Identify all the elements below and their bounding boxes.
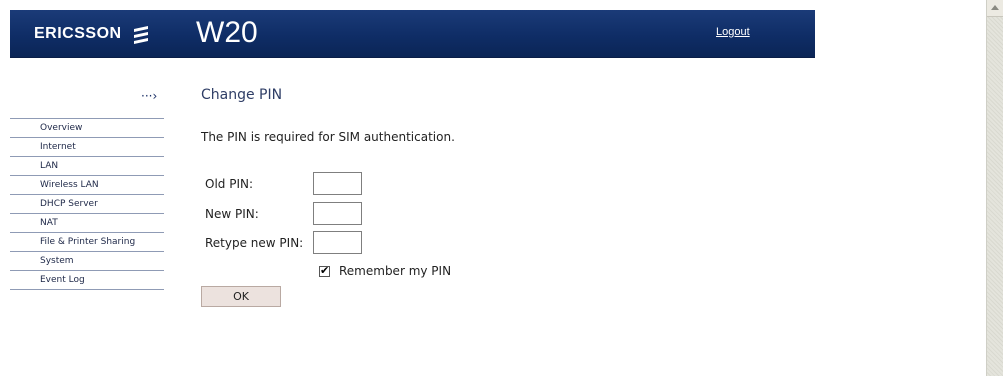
old-pin-input[interactable] xyxy=(313,172,362,195)
pin-description: The PIN is required for SIM authenticati… xyxy=(201,130,455,144)
sidebar-item-file-printer-sharing[interactable]: File & Printer Sharing xyxy=(10,232,164,252)
ericsson-logo-icon xyxy=(133,26,148,44)
sidebar-item-internet[interactable]: Internet xyxy=(10,137,164,157)
sidebar-item-system[interactable]: System xyxy=(10,251,164,271)
remember-pin-label: Remember my PIN xyxy=(339,264,452,278)
brand-name: ERICSSON xyxy=(34,25,122,42)
arrow-right-icon: ···› xyxy=(141,89,158,103)
retype-pin-label: Retype new PIN: xyxy=(205,236,304,250)
page-title: Change PIN xyxy=(201,87,283,103)
old-pin-label: Old PIN: xyxy=(205,177,254,191)
logout-link[interactable]: Logout xyxy=(716,26,750,38)
sidebar-item-lan[interactable]: LAN xyxy=(10,156,164,176)
arrow-up-icon xyxy=(991,5,999,10)
product-name: W20 xyxy=(196,16,258,49)
scroll-up-button[interactable] xyxy=(987,0,1003,17)
remember-pin-row: ✔ Remember my PIN xyxy=(319,264,451,278)
new-pin-input[interactable] xyxy=(313,202,362,225)
checkmark-icon: ✔ xyxy=(320,263,330,277)
sidebar-menu: Overview Internet LAN Wireless LAN DHCP … xyxy=(10,118,164,290)
retype-pin-input[interactable] xyxy=(313,231,362,254)
sidebar-item-nat[interactable]: NAT xyxy=(10,213,164,233)
sidebar-item-dhcp-server[interactable]: DHCP Server xyxy=(10,194,164,214)
brand: ERICSSON xyxy=(34,22,152,46)
new-pin-label: New PIN: xyxy=(205,207,259,221)
scroll-track[interactable] xyxy=(987,17,1003,376)
vertical-scrollbar[interactable] xyxy=(986,0,1003,376)
sidebar-item-event-log[interactable]: Event Log xyxy=(10,270,164,290)
ok-button[interactable]: OK xyxy=(201,286,281,307)
sidebar-item-overview[interactable]: Overview xyxy=(10,118,164,138)
header-bar: ERICSSON W20 Logout xyxy=(10,10,815,58)
sidebar-item-wireless-lan[interactable]: Wireless LAN xyxy=(10,175,164,195)
remember-pin-checkbox[interactable]: ✔ xyxy=(319,263,330,277)
